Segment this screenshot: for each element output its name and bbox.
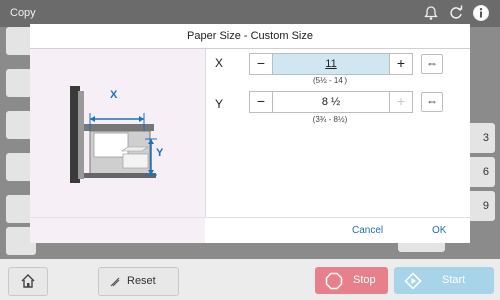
start-icon: [404, 272, 422, 290]
stop-label: Stop: [353, 274, 376, 286]
home-button[interactable]: [8, 267, 48, 296]
dialog-footer-separator: [30, 217, 470, 218]
ok-button[interactable]: OK: [432, 225, 446, 236]
start-label: Start: [442, 274, 466, 286]
stop-button[interactable]: Stop: [315, 267, 388, 294]
x-decrease-button[interactable]: −: [250, 54, 273, 74]
x-increase-button[interactable]: +: [389, 54, 412, 74]
x-swap-icon[interactable]: ⇔: [421, 54, 443, 74]
illustration-x-label: X: [110, 89, 118, 101]
bell-icon[interactable]: [422, 4, 440, 22]
x-value-stepper[interactable]: − 11 +: [249, 53, 413, 75]
y-axis-label: Y: [215, 97, 224, 111]
dialog-title: Paper Size - Custom Size: [30, 24, 470, 49]
home-icon: [21, 274, 35, 288]
reset-button[interactable]: Reset: [98, 267, 179, 296]
illustration-y-label: Y: [156, 147, 164, 159]
y-range-text: (3¾ - 8½): [312, 115, 348, 124]
y-value-stepper[interactable]: − 8 ½ +: [249, 91, 413, 113]
x-range-text: (5½ - 14 ): [312, 76, 348, 85]
divider: [205, 49, 206, 217]
info-icon[interactable]: [472, 4, 490, 22]
refresh-icon[interactable]: [447, 4, 465, 22]
top-bar: Copy: [0, 0, 500, 27]
tray-illustration: [70, 86, 157, 183]
cancel-button[interactable]: Cancel: [352, 225, 383, 236]
reset-label: Reset: [127, 275, 156, 287]
y-decrease-button[interactable]: −: [250, 92, 273, 112]
y-swap-icon[interactable]: ⇔: [421, 92, 443, 112]
reset-icon: [110, 277, 120, 287]
y-increase-button[interactable]: +: [389, 92, 412, 112]
y-value-field[interactable]: 8 ½: [273, 92, 389, 112]
bottom-bar: Reset Stop Start: [0, 259, 500, 300]
app-title: Copy: [10, 7, 36, 19]
start-button[interactable]: Start: [394, 267, 494, 294]
custom-size-dialog: Paper Size - Custom Size X Y X − 11 + (5…: [30, 24, 470, 243]
stop-icon: [325, 272, 343, 290]
x-value-field[interactable]: 11: [273, 54, 389, 74]
x-axis-label: X: [215, 56, 224, 70]
paper-size-illustration: X Y: [30, 49, 205, 243]
